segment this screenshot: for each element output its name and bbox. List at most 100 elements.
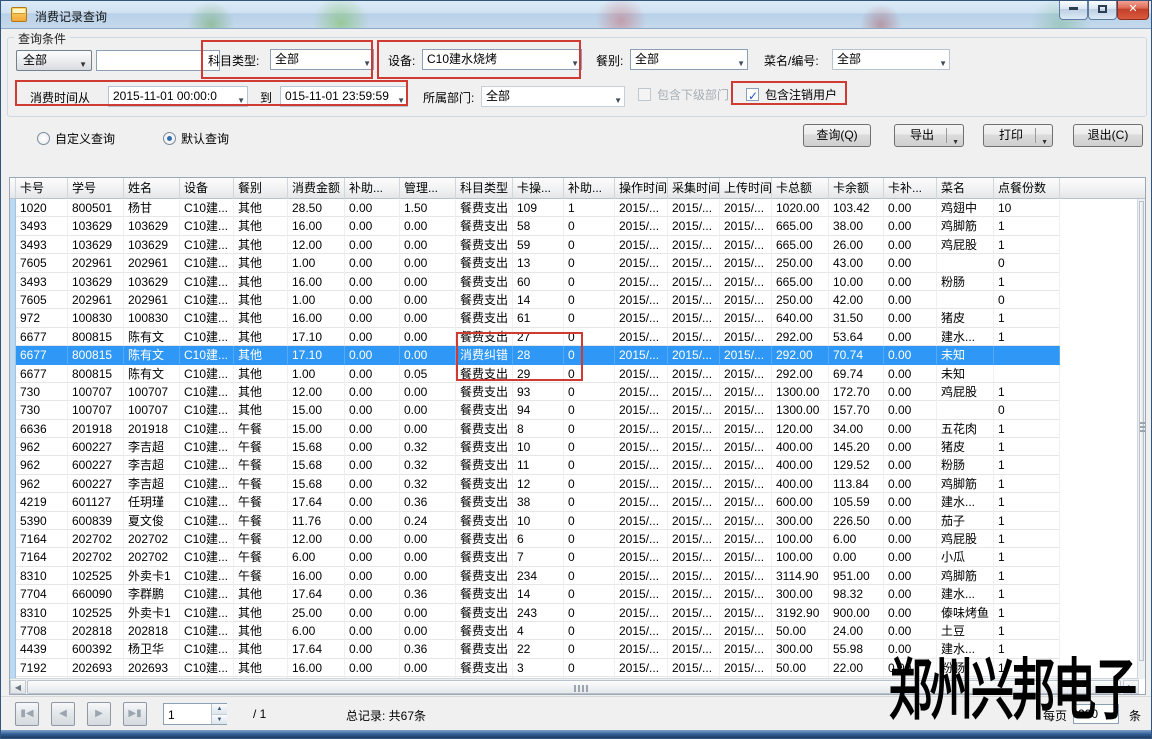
chevron-down-icon[interactable]: ▼ [952,132,959,153]
horizontal-scroll-thumb[interactable] [27,680,1121,694]
include-cancelled-option: ✓ 包含注销用户 [746,85,837,105]
table-row[interactable]: 7708202818202818C10建...其他6.000.000.00餐费支… [10,622,1146,640]
table-row[interactable]: 8310102525外卖卡1C10建...其他25.000.000.00餐费支出… [10,604,1146,622]
table-row[interactable]: 7192202693202693C10建...其他16.000.000.00餐费… [10,659,1146,677]
print-button[interactable]: 打印 ▼ [983,124,1053,147]
close-button[interactable]: ✕ [1117,1,1149,20]
table-row[interactable]: 962600227李吉超C10建...午餐15.680.000.32餐费支出12… [10,475,1146,493]
device-dropdown[interactable]: C10建水烧烤 ▼ [422,49,582,70]
column-header[interactable]: 消费金额 [288,178,345,199]
table-row[interactable]: 1020800501杨甘C10建...其他28.500.001.50餐费支出10… [10,199,1146,217]
title-bar[interactable]: 消费记录查询 ✕ [1,1,1152,29]
column-header[interactable]: 姓名 [124,178,180,199]
column-header[interactable]: 餐别 [234,178,288,199]
table-cell: 0.00 [345,438,400,456]
column-header[interactable]: 管理... [400,178,456,199]
table-cell: 2015/... [720,659,772,677]
column-header[interactable]: 采集时间 [668,178,720,199]
table-row[interactable]: 962600227李吉超C10建...午餐15.680.000.32餐费支出10… [10,438,1146,456]
subject-type-dropdown[interactable]: 全部 ▼ [270,49,374,70]
table-cell: 餐费支出 [456,236,513,254]
horizontal-scrollbar[interactable]: ◀ ▶ [10,678,1139,694]
table-cell: 12 [513,475,564,493]
page-number-input[interactable]: 1 ▲ ▼ [163,703,227,725]
table-row[interactable]: 7164202702202702C10建...午餐12.000.000.00餐费… [10,530,1146,548]
include-cancelled-checkbox[interactable]: ✓ [746,88,759,101]
card-no-input[interactable] [96,50,220,71]
chevron-down-icon[interactable]: ▼ [1041,132,1048,153]
table-row[interactable]: 7605202961202961C10建...其他1.000.000.00餐费支… [10,291,1146,309]
scroll-right-icon[interactable]: ▶ [1123,680,1139,694]
table-cell: 145.20 [829,438,884,456]
table-row[interactable]: 6677800815陈有文C10建...其他1.000.000.05餐费支出29… [10,365,1146,383]
table-cell: 2015/... [668,512,720,530]
table-row[interactable]: 4439600392杨卫华C10建...其他17.640.000.36餐费支出2… [10,640,1146,658]
table-row[interactable]: 7605202961202961C10建...其他1.000.000.00餐费支… [10,254,1146,272]
table-row[interactable]: 972100830100830C10建...其他16.000.000.00餐费支… [10,309,1146,327]
table-cell: 鸡翅中 [937,199,994,217]
column-header[interactable]: 操作时间 [615,178,668,199]
table-cell: 0.00 [884,548,937,566]
column-header[interactable]: 卡补... [884,178,937,199]
scroll-left-icon[interactable]: ◀ [10,680,26,694]
table-row[interactable]: 7704660090李群鹏C10建...其他17.640.000.36餐费支出1… [10,585,1146,603]
column-header[interactable]: 菜名 [937,178,994,199]
table-row[interactable]: 8310102525外卖卡1C10建...午餐16.000.000.00餐费支出… [10,567,1146,585]
per-page-input[interactable]: 200 [1073,704,1119,724]
query-button[interactable]: 查询(Q) [803,124,871,147]
table-row[interactable]: 962600227李吉超C10建...午餐15.680.000.32餐费支出11… [10,456,1146,474]
column-header[interactable]: 补助... [345,178,400,199]
column-header[interactable]: 卡号 [16,178,68,199]
table-row[interactable]: 7164202702202702C10建...午餐6.000.000.00餐费支… [10,548,1146,566]
table-cell: 10.00 [829,273,884,291]
table-row[interactable]: 5390600839夏文俊C10建...午餐11.760.000.24餐费支出1… [10,512,1146,530]
table-cell: 2015/... [615,456,668,474]
next-page-button[interactable]: ▶ [87,702,111,726]
last-page-button[interactable]: ▶▮ [123,702,147,726]
exit-button[interactable]: 退出(C) [1073,124,1143,147]
table-row[interactable]: 3493103629103629C10建...其他16.000.000.00餐费… [10,217,1146,235]
table-cell: 2015/... [668,493,720,511]
table-row[interactable]: 4219601127任玥瑾C10建...午餐17.640.000.36餐费支出3… [10,493,1146,511]
vertical-scrollbar[interactable] [1137,199,1145,679]
table-row[interactable]: 6677800815陈有文C10建...其他17.100.000.00消费纠错2… [10,346,1146,364]
column-header[interactable]: 补助... [564,178,615,199]
column-header[interactable]: 卡操... [513,178,564,199]
spin-down-icon[interactable]: ▼ [212,714,227,724]
card-type-dropdown[interactable]: 全部 ▼ [16,50,92,71]
table-cell: 鸡屁股 [937,530,994,548]
table-cell: 50.00 [772,622,829,640]
include-sub-dept-checkbox[interactable] [638,88,651,101]
table-cell: 2015/... [720,273,772,291]
vertical-scroll-thumb[interactable] [1139,201,1144,661]
table-row[interactable]: 730100707100707C10建...其他12.000.000.00餐费支… [10,383,1146,401]
first-page-button[interactable]: ▮◀ [15,702,39,726]
spin-up-icon[interactable]: ▲ [212,704,227,714]
column-header[interactable]: 学号 [68,178,124,199]
dish-dropdown[interactable]: 全部 ▼ [832,49,950,70]
table-row[interactable]: 3493103629103629C10建...其他16.000.000.00餐费… [10,273,1146,291]
maximize-button[interactable] [1088,1,1117,20]
table-row[interactable]: 730100707100707C10建...其他15.000.000.00餐费支… [10,401,1146,419]
department-dropdown[interactable]: 全部 ▼ [481,86,625,107]
meal-dropdown[interactable]: 全部 ▼ [630,49,748,70]
table-row[interactable]: 3493103629103629C10建...其他12.000.000.00餐费… [10,236,1146,254]
default-query-radio[interactable] [163,132,176,145]
table-cell: 0.00 [400,622,456,640]
table-row[interactable]: 6636201918201918C10建...午餐15.000.000.00餐费… [10,420,1146,438]
prev-page-button[interactable]: ◀ [51,702,75,726]
column-header[interactable]: 点餐份数 [994,178,1060,199]
column-header[interactable]: 设备 [180,178,234,199]
minimize-button[interactable] [1059,1,1088,20]
column-header[interactable]: 上传时间 [720,178,772,199]
table-cell: 2015/... [615,401,668,419]
table-row[interactable]: 6677800815陈有文C10建...其他17.100.000.00餐费支出2… [10,328,1146,346]
column-header[interactable]: 科目类型 [456,178,513,199]
column-header[interactable]: 卡总额 [772,178,829,199]
time-to-dropdown[interactable]: 015-11-01 23:59:59 ▼ [280,86,408,107]
custom-query-radio[interactable] [37,132,50,145]
table-cell: C10建... [180,475,234,493]
export-button[interactable]: 导出 ▼ [894,124,964,147]
column-header[interactable]: 卡余额 [829,178,884,199]
time-from-dropdown[interactable]: 2015-11-01 00:00:0 ▼ [108,86,248,107]
